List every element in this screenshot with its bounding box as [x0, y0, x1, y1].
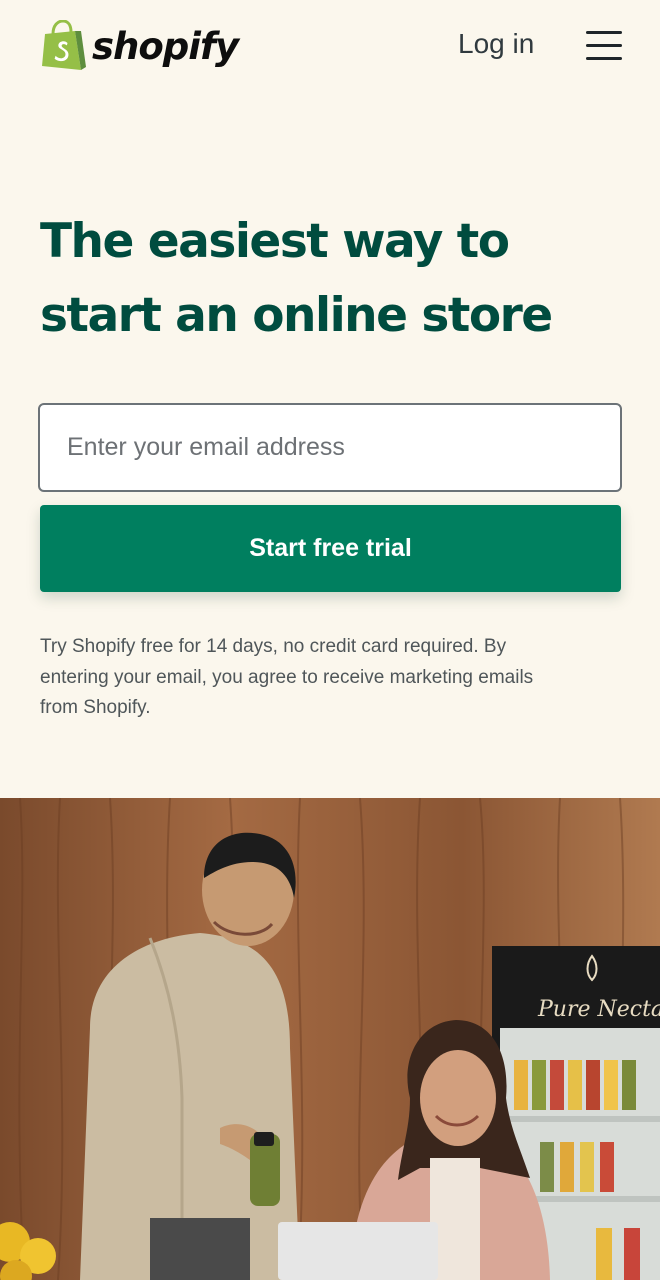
- fridge-brand-label: Pure Nectar: [537, 997, 660, 1022]
- shopping-bag-logo-icon: [42, 20, 86, 70]
- site-header: shopify Log in: [0, 0, 660, 92]
- login-link[interactable]: Log in: [458, 26, 534, 62]
- email-input[interactable]: [38, 403, 622, 492]
- page-headline: The easiest way to start an online store: [40, 214, 553, 343]
- logo-wordmark: shopify: [92, 24, 239, 68]
- hero-photo: Pure Nectar: [0, 798, 660, 1280]
- trial-disclaimer: Try Shopify free for 14 days, no credit …: [40, 636, 534, 718]
- start-free-trial-button[interactable]: Start free trial: [40, 505, 621, 592]
- shopify-logo[interactable]: shopify: [40, 19, 239, 73]
- hamburger-menu-icon[interactable]: [585, 28, 623, 62]
